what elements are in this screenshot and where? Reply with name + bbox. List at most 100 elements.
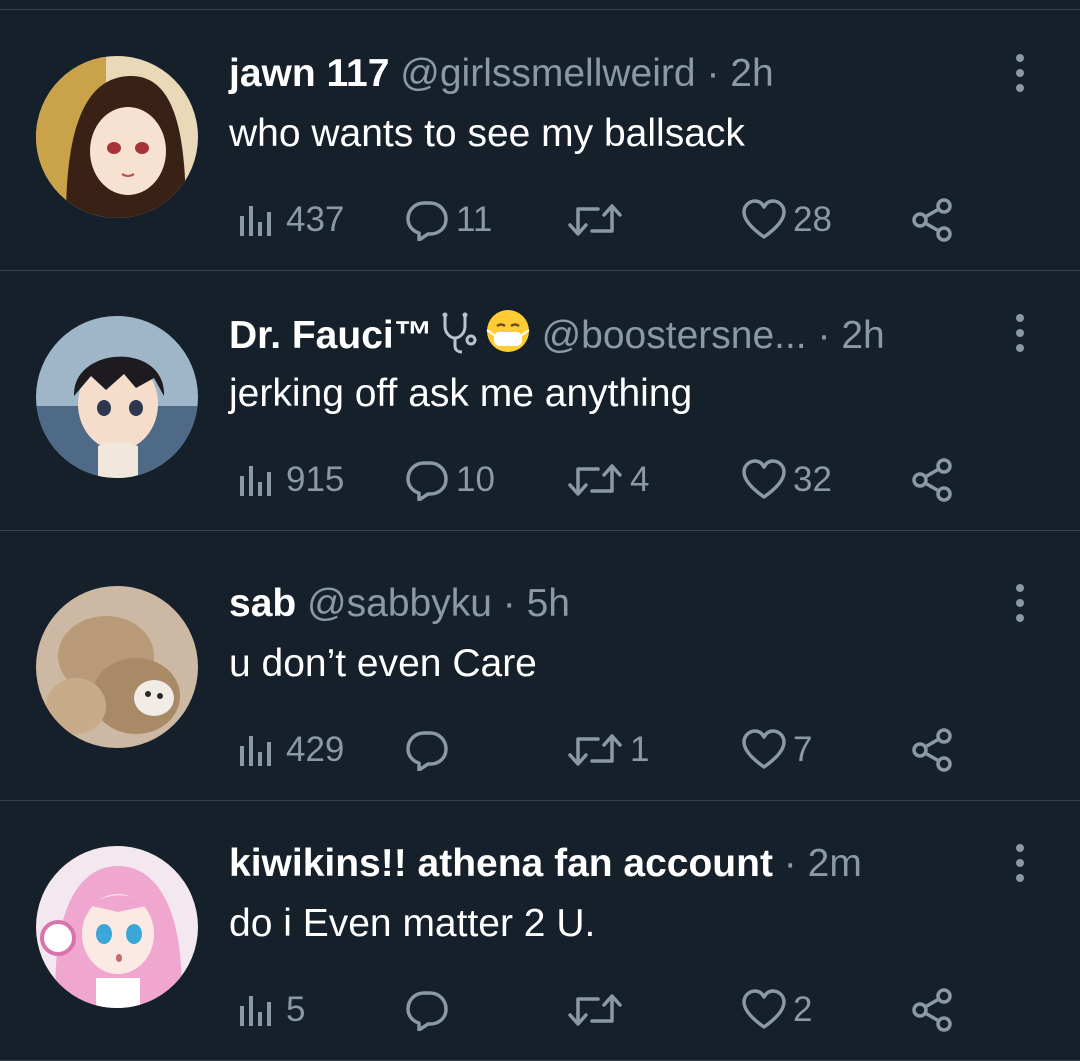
user-handle[interactable]: @boostersne... [542,314,807,357]
timestamp[interactable]: 2m [808,842,862,885]
tweet-actions: 429 1 7 [236,722,976,778]
like-button[interactable]: 2 [741,982,812,1038]
tweet-item[interactable]: sab @sabbyku · 5h u don’t even Care 429 … [0,540,1080,801]
more-options-button[interactable] [1006,580,1034,626]
user-handle[interactable]: @girlssmellweird [400,52,695,95]
separator-dot: · [706,52,720,95]
views-count: 429 [286,730,345,769]
more-options-button[interactable] [1006,310,1034,356]
like-count: 7 [793,730,813,769]
avatar-image [36,316,198,478]
display-name[interactable]: kiwikins!! athena fan account [229,842,773,885]
more-icon [1016,584,1024,622]
tweet-item[interactable]: kiwikins!! athena fan account · 2m do i … [0,800,1080,1061]
retweet-button[interactable]: 1 [566,722,649,778]
display-name[interactable]: jawn 117 [229,52,389,95]
heart-icon [742,989,786,1029]
timestamp[interactable]: 5h [527,582,570,625]
avatar[interactable] [36,586,198,748]
tweet-actions: 5 2 [236,982,976,1038]
share-button[interactable] [910,722,956,778]
like-count: 28 [793,200,832,239]
more-options-button[interactable] [1006,50,1034,96]
tweet-header: sab @sabbyku · 5h [229,578,960,630]
mask-face-emoji-icon [485,308,531,368]
views-button[interactable]: 437 [236,192,344,248]
like-button[interactable]: 7 [741,722,812,778]
reply-button[interactable]: 10 [404,452,495,508]
share-icon [912,728,952,772]
tweet-item[interactable]: Dr. Fauci™ @boostersne... · 2h jerking o… [0,270,1080,531]
share-button[interactable] [910,982,956,1038]
tweet-item[interactable]: jawn 117 @girlssmellweird · 2h who wants… [0,10,1080,271]
display-name[interactable]: sab [229,582,296,625]
share-button[interactable] [910,192,956,248]
tweet-header: kiwikins!! athena fan account · 2m [229,838,960,890]
avatar-image [36,586,198,748]
views-button[interactable]: 429 [236,722,344,778]
retweet-icon [568,734,622,766]
reply-count: 11 [456,200,493,239]
tweet-actions: 915 10 4 32 [236,452,976,508]
analytics-icon [240,466,271,496]
avatar-image [36,846,198,1008]
like-button[interactable]: 28 [741,192,832,248]
more-icon [1016,314,1024,352]
reply-icon [406,201,448,241]
heart-icon [742,459,786,499]
reply-button[interactable]: 11 [404,192,492,248]
reply-button[interactable] [404,982,456,1038]
tweet-header: Dr. Fauci™ @boostersne... · 2h [229,308,960,360]
retweet-button[interactable]: 4 [566,452,649,508]
views-button[interactable]: 5 [236,982,305,1038]
tweet-header: jawn 117 @girlssmellweird · 2h [229,48,960,100]
heart-icon [742,729,786,769]
reply-count: 10 [456,460,495,499]
reply-icon [406,731,448,771]
stethoscope-emoji-icon [437,310,481,368]
timestamp[interactable]: 2h [841,314,884,357]
views-count: 437 [286,200,345,239]
share-button[interactable] [910,452,956,508]
avatar[interactable] [36,316,198,478]
share-icon [912,458,952,502]
timestamp[interactable]: 2h [730,52,773,95]
views-count: 5 [286,990,306,1029]
avatar-image [36,56,198,218]
tweet-text: jerking off ask me anything [229,372,693,415]
share-icon [912,198,952,242]
retweet-icon [568,204,622,236]
display-name[interactable]: Dr. Fauci™ [229,314,433,357]
analytics-icon [240,206,271,236]
reply-button[interactable] [404,722,456,778]
avatar[interactable] [36,56,198,218]
like-count: 32 [793,460,832,499]
analytics-icon [240,736,271,766]
retweet-count: 1 [630,730,650,769]
retweet-count: 4 [630,460,650,499]
more-icon [1016,844,1024,882]
views-button[interactable]: 915 [236,452,344,508]
retweet-icon [568,464,622,496]
timeline-feed: jawn 117 @girlssmellweird · 2h who wants… [0,0,1080,1061]
tweet-text: who wants to see my ballsack [229,112,745,155]
share-icon [912,988,952,1032]
like-count: 2 [793,990,813,1029]
more-icon [1016,54,1024,92]
retweet-button[interactable] [566,982,630,1038]
like-button[interactable]: 32 [741,452,832,508]
retweet-button[interactable] [566,192,630,248]
heart-icon [742,199,786,239]
more-options-button[interactable] [1006,840,1034,886]
analytics-icon [240,996,271,1026]
retweet-icon [568,994,622,1026]
tweet-text: u don’t even Care [229,642,537,685]
reply-icon [406,461,448,501]
tweet-text: do i Even matter 2 U. [229,902,596,945]
views-count: 915 [286,460,345,499]
avatar[interactable] [36,846,198,1008]
user-handle[interactable]: @sabbyku [307,582,492,625]
reply-icon [406,991,448,1031]
separator-dot: · [783,842,797,885]
tweet-actions: 437 11 28 [236,192,976,248]
